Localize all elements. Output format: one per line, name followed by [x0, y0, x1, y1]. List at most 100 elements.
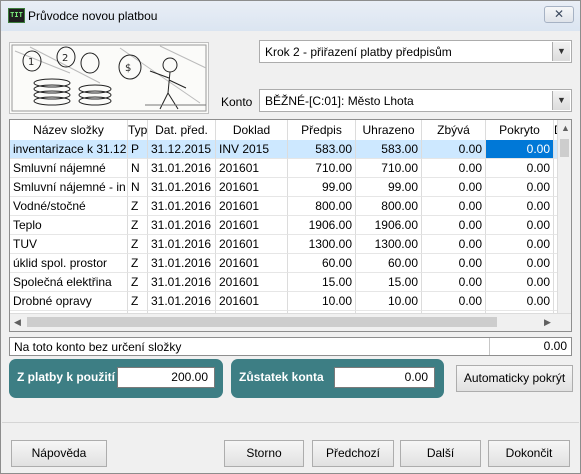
cell-pokryto[interactable]: 0.00 [486, 178, 554, 197]
summary-label: Na toto konto bez určení složky [14, 340, 182, 354]
col-datum[interactable]: Dat. před. [148, 120, 216, 140]
konto-label: Konto [221, 95, 253, 109]
predpisy-grid[interactable]: Název složky Typ Dat. před. Doklad Předp… [9, 119, 572, 332]
chevron-down-icon[interactable]: ▼ [552, 42, 570, 61]
cell-pokryto[interactable]: 0.00 [486, 197, 554, 216]
cell-zbyva: 0.00 [422, 254, 486, 273]
cell-nazev: Teplo [10, 216, 128, 235]
cell-pokryto[interactable]: 0.00 [486, 140, 554, 159]
z-platby-panel: Z platby k použití 200.00 [9, 359, 223, 398]
cell-pokryto[interactable]: 0.00 [486, 235, 554, 254]
cell-nazev: Drobné opravy [10, 292, 128, 311]
col-zbyva[interactable]: Zbývá [422, 120, 486, 140]
zustatek-panel: Zůstatek konta 0.00 [231, 359, 444, 398]
cell-predpis: 583.00 [288, 140, 356, 159]
cell-predpis: 15.00 [288, 273, 356, 292]
cell-typ: Z [128, 197, 148, 216]
cell-uhrazeno: 99.00 [356, 178, 422, 197]
chevron-down-icon[interactable]: ▼ [552, 91, 570, 110]
cell-doklad: 201601 [216, 178, 288, 197]
table-row[interactable]: Smluvní nájemné N 31.01.2016 201601 710.00 71… [10, 159, 562, 178]
window-title: Průvodce novou platbou [28, 9, 158, 23]
next-button[interactable]: Další [400, 440, 481, 467]
auto-cover-button[interactable]: Automaticky pokrýt [456, 365, 573, 392]
cell-predpis: 60.00 [288, 254, 356, 273]
cell-doklad: 201601 [216, 197, 288, 216]
cell-zbyva: 0.00 [422, 292, 486, 311]
horizontal-scrollbar[interactable]: ◀ ▶ [10, 313, 571, 331]
cell-zbyva: 0.00 [422, 273, 486, 292]
cell-zbyva: 0.00 [422, 235, 486, 254]
svg-text:2: 2 [62, 53, 68, 64]
cell-datum: 31.01.2016 [148, 273, 216, 292]
cell-typ: N [128, 159, 148, 178]
summary-value[interactable]: 0.00 [489, 338, 571, 355]
cell-pokryto[interactable]: 0.00 [486, 292, 554, 311]
table-row[interactable]: TUV Z 31.01.2016 201601 1300.00 1300.00 0.00 0.… [10, 235, 562, 254]
scroll-up-icon[interactable]: ▲ [561, 123, 570, 133]
close-button[interactable]: ✕ [544, 6, 574, 23]
cell-doklad: 201601 [216, 273, 288, 292]
scroll-left-icon[interactable]: ◀ [14, 317, 21, 328]
col-typ[interactable]: Typ [128, 120, 148, 140]
storno-button[interactable]: Storno [224, 440, 304, 467]
zustatek-field[interactable]: 0.00 [334, 367, 435, 388]
table-row[interactable]: Společná elektřina Z 31.01.2016 201601 15.00… [10, 273, 562, 292]
table-row[interactable]: úklid spol. prostor Z 31.01.2016 201601 60.0… [10, 254, 562, 273]
cell-zbyva: 0.00 [422, 159, 486, 178]
cell-doklad: 201601 [216, 292, 288, 311]
horizontal-scroll-thumb[interactable] [27, 317, 497, 327]
coins-illustration-icon: 1 2 $ [11, 44, 207, 112]
cell-zbyva: 0.00 [422, 140, 486, 159]
summary-row: Na toto konto bez určení složky 0.00 [9, 337, 572, 356]
col-doklad[interactable]: Doklad [216, 120, 288, 140]
cell-pokryto[interactable]: 0.00 [486, 254, 554, 273]
cell-doklad: 201601 [216, 159, 288, 178]
scroll-right-icon[interactable]: ▶ [544, 317, 551, 328]
cell-uhrazeno: 10.00 [356, 292, 422, 311]
cell-predpis: 710.00 [288, 159, 356, 178]
cell-nazev: úklid spol. prostor [10, 254, 128, 273]
previous-button[interactable]: Předchozí [312, 440, 394, 467]
col-nazev[interactable]: Název složky [10, 120, 128, 140]
step-combo-value: Krok 2 - přiřazení platby předpisům [265, 45, 452, 59]
cell-uhrazeno: 1300.00 [356, 235, 422, 254]
cell-predpis: 1300.00 [288, 235, 356, 254]
cell-pokryto[interactable]: 0.00 [486, 159, 554, 178]
z-platby-label: Z platby k použití [17, 370, 115, 384]
table-row[interactable]: Smluvní nájemné - in N 31.01.2016 201601 99.… [10, 178, 562, 197]
table-row[interactable]: inventarizace k 31.12. P 31.12.2015 INV 201… [10, 140, 562, 159]
cell-uhrazeno: 583.00 [356, 140, 422, 159]
svg-text:1: 1 [28, 57, 34, 68]
cell-datum: 31.01.2016 [148, 159, 216, 178]
step-combo[interactable]: Krok 2 - přiřazení platby předpisům ▼ [259, 40, 572, 63]
cell-typ: Z [128, 254, 148, 273]
cell-datum: 31.01.2016 [148, 235, 216, 254]
cell-pokryto[interactable]: 0.00 [486, 216, 554, 235]
cell-typ: P [128, 140, 148, 159]
cell-doklad: 201601 [216, 216, 288, 235]
cell-predpis: 10.00 [288, 292, 356, 311]
cell-pokryto[interactable]: 0.00 [486, 273, 554, 292]
col-predpis[interactable]: Předpis [288, 120, 356, 140]
vertical-scroll-thumb[interactable] [560, 139, 569, 157]
help-button[interactable]: Nápověda [11, 440, 107, 467]
table-row[interactable]: Vodné/stočné Z 31.01.2016 201601 800.00 800.0… [10, 197, 562, 216]
cell-datum: 31.01.2016 [148, 292, 216, 311]
table-row[interactable]: Drobné opravy Z 31.01.2016 201601 10.00 10.00… [10, 292, 562, 311]
table-row[interactable]: Teplo Z 31.01.2016 201601 1906.00 1906.00 0.00… [10, 216, 562, 235]
konto-combo[interactable]: BĚŽNÉ-[C:01]: Město Lhota ▼ [259, 89, 572, 112]
cell-datum: 31.12.2015 [148, 140, 216, 159]
col-pokryto[interactable]: Pokryto [486, 120, 554, 140]
vertical-scrollbar[interactable]: ▲ [557, 120, 571, 313]
cell-doklad: INV 2015 [216, 140, 288, 159]
cell-doklad: 201601 [216, 235, 288, 254]
z-platby-field[interactable]: 200.00 [117, 367, 215, 388]
cell-uhrazeno: 710.00 [356, 159, 422, 178]
finish-button[interactable]: Dokončit [488, 440, 570, 467]
cell-uhrazeno: 1906.00 [356, 216, 422, 235]
cell-nazev: Společná elektřina [10, 273, 128, 292]
cell-typ: Z [128, 216, 148, 235]
col-uhrazeno[interactable]: Uhrazeno [356, 120, 422, 140]
wizard-illustration: 1 2 $ [9, 42, 209, 114]
